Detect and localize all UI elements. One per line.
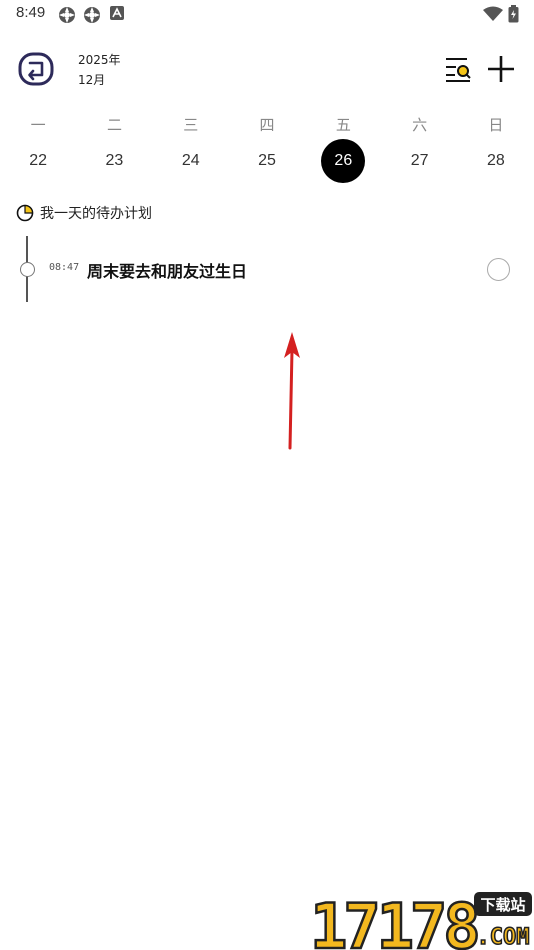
app-logo-icon[interactable] (18, 52, 54, 86)
weekday-label: 二 (106, 115, 122, 134)
timeline-node (20, 262, 35, 277)
date-number: 28 (487, 152, 505, 169)
weekday-label: 四 (259, 115, 275, 134)
task-time: 08:47 (49, 262, 80, 273)
current-year-label: 2025年 (78, 53, 121, 67)
current-month[interactable]: 2025年 12月 (78, 50, 121, 90)
weekday-label: 日 (488, 115, 504, 134)
weekday-label: 一 (30, 115, 46, 134)
wifi-icon (483, 6, 503, 21)
date-cell[interactable]: 25 (229, 140, 305, 182)
watermark-badge: 下载站 (480, 896, 525, 914)
date-cell[interactable]: 23 (76, 140, 152, 182)
pie-chart-icon (16, 204, 34, 222)
task-title: 周末要去和朋友过生日 (87, 262, 248, 281)
status-bar: 8:49 (0, 0, 534, 28)
status-time: 8:49 (16, 4, 46, 21)
site-watermark-logo: 17178 下载站 .COM (310, 889, 532, 950)
date-row: 22 23 24 25 26 27 28 (0, 139, 534, 183)
current-month-label: 12月 (78, 73, 106, 87)
font-notification-icon (110, 6, 124, 20)
date-number: 22 (29, 152, 48, 169)
app-notification-icon (84, 7, 100, 23)
add-task-button[interactable] (484, 52, 518, 86)
header: 2025年 12月 (0, 40, 534, 96)
date-cell[interactable]: 27 (381, 140, 457, 182)
date-number: 24 (181, 152, 200, 169)
weekday-label: 六 (412, 115, 428, 134)
plan-title: 我一天的待办计划 (40, 206, 152, 222)
date-number: 23 (105, 152, 124, 169)
annotation-arrow-icon (284, 332, 300, 450)
date-cell[interactable]: 22 (0, 140, 76, 182)
date-number: 25 (258, 152, 276, 169)
watermark-number: 17178 (310, 890, 477, 950)
search-list-button[interactable] (443, 54, 473, 84)
date-cell[interactable]: 28 (458, 140, 534, 182)
date-number: 27 (410, 152, 429, 169)
task-complete-checkbox[interactable] (487, 258, 510, 281)
date-number: 26 (321, 139, 366, 183)
date-cell[interactable]: 24 (153, 140, 229, 182)
app-notification-icon (59, 7, 75, 23)
weekday-label: 三 (183, 115, 199, 134)
weekday-row: 一 二 三 四 五 六 日 (0, 112, 534, 136)
weekday-label: 五 (335, 115, 351, 134)
battery-icon (508, 5, 519, 23)
date-cell-selected[interactable]: 26 (305, 139, 381, 183)
watermark-suffix: .COM (477, 925, 530, 950)
plan-section-header: 我一天的待办计划 (16, 202, 152, 224)
